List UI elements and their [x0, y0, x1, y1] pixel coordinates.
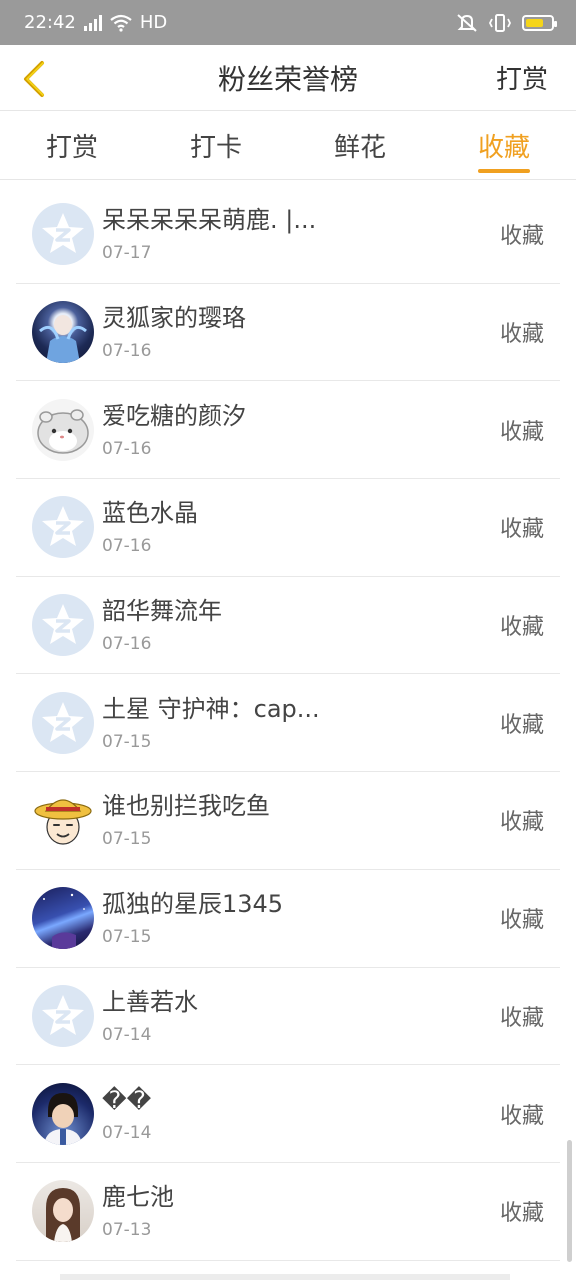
- fan-date: 07-15: [102, 927, 152, 948]
- fan-action: 收藏: [499, 712, 544, 738]
- default-avatar-icon: [42, 213, 84, 254]
- avatar: [32, 594, 94, 657]
- list-item[interactable]: 上善若水 07-14 收藏: [16, 968, 560, 1066]
- avatar: [32, 887, 94, 950]
- fan-date: 07-14: [102, 1122, 152, 1143]
- default-avatar-icon: [42, 994, 84, 1035]
- wifi-icon: [110, 14, 132, 32]
- fan-action: 收藏: [499, 224, 544, 250]
- photo-avatar-icon: [44, 1092, 82, 1145]
- fan-action: 收藏: [499, 322, 544, 348]
- list-item[interactable]: 韶华舞流年 07-16 收藏: [16, 577, 560, 675]
- straw-hat-avatar-icon: [34, 799, 92, 846]
- hd-indicator: HD: [139, 12, 168, 33]
- avatar: [32, 1180, 94, 1243]
- reward-button[interactable]: 打赏: [496, 59, 548, 96]
- status-time: 22:42: [24, 12, 76, 33]
- fan-action: 收藏: [499, 615, 544, 641]
- fan-name: 鹿七池: [102, 1183, 174, 1212]
- back-button[interactable]: [14, 57, 54, 101]
- list-item[interactable]: 谁也别拦我吃鱼 07-15 收藏: [16, 772, 560, 870]
- vibrate-icon: [488, 13, 512, 32]
- fan-action: 收藏: [499, 810, 544, 836]
- fan-name: 谁也别拦我吃鱼: [102, 792, 270, 821]
- fan-action: 收藏: [499, 1103, 544, 1129]
- next-row-peek: [60, 1274, 510, 1280]
- scrollbar[interactable]: [567, 1140, 572, 1262]
- fan-name: ��: [102, 1085, 152, 1114]
- list-item[interactable]: 鹿七池 07-13 收藏: [16, 1163, 560, 1261]
- default-avatar-icon: [42, 506, 84, 547]
- tab-bar: 打赏 打卡 鲜花 收藏: [0, 112, 576, 180]
- list-item[interactable]: 爱吃糖的颜汐 07-16 收藏: [16, 381, 560, 480]
- avatar: [32, 496, 94, 559]
- fan-name: 蓝色水晶: [102, 499, 198, 528]
- fan-date: 07-17: [102, 243, 152, 264]
- avatar: [32, 789, 94, 852]
- tab-flowers[interactable]: 鲜花: [288, 112, 432, 179]
- fan-date: 07-13: [102, 1220, 152, 1241]
- avatar: [32, 984, 94, 1047]
- avatar: [32, 301, 94, 364]
- fan-list: 呆呆呆呆呆萌鹿. |... 07-17 收藏 灵狐家的璎珞 07-16 收藏 爱…: [16, 186, 560, 1261]
- fan-action: 收藏: [499, 1005, 544, 1031]
- fan-name: 韶华舞流年: [102, 597, 222, 626]
- list-item[interactable]: 蓝色水晶 07-16 收藏: [16, 479, 560, 577]
- default-avatar-icon: [42, 701, 84, 742]
- fan-name: 土星 守护神：cap...: [102, 694, 320, 723]
- fan-date: 07-16: [102, 634, 152, 655]
- fan-action: 收藏: [499, 517, 544, 543]
- chevron-left-icon: [24, 61, 44, 97]
- mute-bell-icon: [457, 13, 477, 32]
- signal-icon: [83, 14, 102, 31]
- list-item[interactable]: �� 07-14 收藏: [16, 1065, 560, 1163]
- photo-avatar-icon: [46, 1188, 80, 1243]
- tab-favorites[interactable]: 收藏: [432, 112, 576, 179]
- fan-date: 07-16: [102, 438, 152, 459]
- fan-action: 收藏: [499, 419, 544, 445]
- fan-action: 收藏: [499, 908, 544, 934]
- fan-name: 呆呆呆呆呆萌鹿. |...: [102, 206, 317, 235]
- fan-name: 孤独的星辰1345: [102, 890, 284, 919]
- avatar: [32, 691, 94, 754]
- default-avatar-icon: [42, 604, 84, 645]
- avatar: [32, 1082, 94, 1145]
- tab-checkin[interactable]: 打卡: [144, 112, 288, 179]
- status-bar: 22:42 HD: [0, 0, 576, 45]
- fan-date: 07-14: [102, 1024, 152, 1045]
- list-item[interactable]: 土星 守护神：cap... 07-15 收藏: [16, 674, 560, 773]
- list-item[interactable]: 灵狐家的璎珞 07-16 收藏: [16, 284, 560, 382]
- battery-icon: [522, 14, 557, 31]
- tab-reward[interactable]: 打赏: [0, 112, 144, 179]
- fan-name: 灵狐家的璎珞: [102, 304, 246, 333]
- fan-name: 上善若水: [102, 987, 198, 1016]
- avatar: [32, 203, 94, 266]
- list-item[interactable]: 呆呆呆呆呆萌鹿. |... 07-17 收藏: [16, 186, 560, 284]
- fan-action: 收藏: [499, 1201, 544, 1227]
- night-sky-avatar-icon: [43, 893, 85, 950]
- fan-date: 07-16: [102, 536, 152, 557]
- fan-date: 07-16: [102, 341, 152, 362]
- list-item[interactable]: 孤独的星辰1345 07-15 收藏: [16, 870, 560, 968]
- page-title: 粉丝荣誉榜: [217, 62, 358, 96]
- hamster-avatar-icon: [37, 408, 89, 454]
- fan-date: 07-15: [102, 731, 152, 752]
- fan-name: 爱吃糖的颜汐: [102, 401, 246, 430]
- anime-avatar-icon: [39, 315, 87, 364]
- fan-date: 07-15: [102, 829, 152, 850]
- app-header: 粉丝荣誉榜 打赏: [0, 45, 576, 111]
- avatar: [32, 398, 94, 461]
